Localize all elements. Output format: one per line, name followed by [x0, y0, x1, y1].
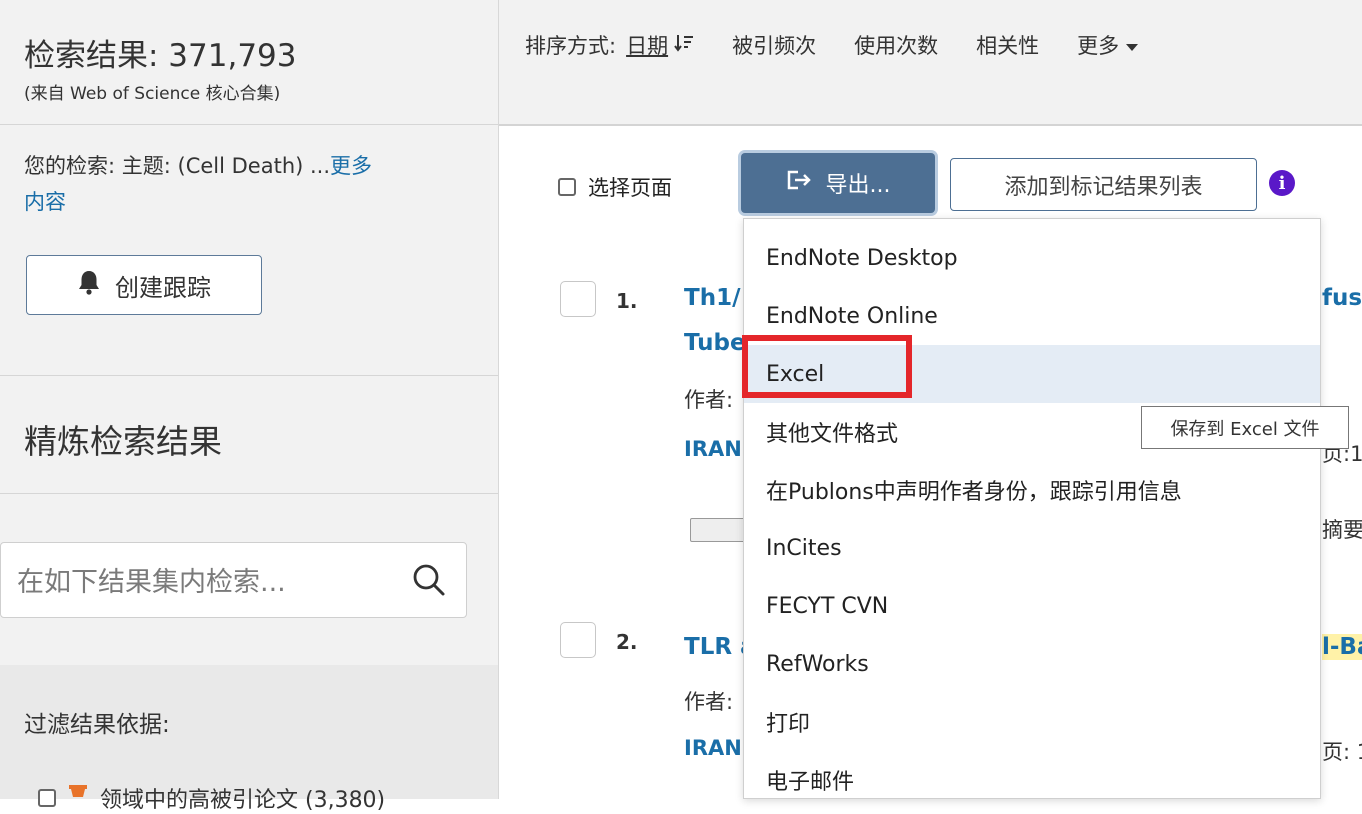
results-source: (来自 Web of Science 核心合集) [24, 84, 281, 104]
menu-item-email[interactable]: 电子邮件 [744, 751, 1320, 809]
record-title-end[interactable]: fusi [1322, 285, 1362, 311]
record-number: 1. [616, 289, 638, 313]
menu-item-publons[interactable]: 在Publons中声明作者身份，跟踪引用信息 [744, 461, 1320, 519]
excel-tooltip: 保存到 Excel 文件 [1141, 406, 1349, 449]
results-count-title: 检索结果: 371,793 [24, 38, 297, 74]
sort-option-date-label: 日期 [626, 34, 669, 58]
select-page-label: 选择页面 [588, 176, 672, 200]
record-authors: 作者: [684, 690, 734, 714]
record-authors: 作者: [684, 388, 734, 412]
select-page-control[interactable]: 选择页面 [558, 172, 672, 202]
menu-item-endnote-desktop[interactable]: EndNote Desktop [744, 229, 1320, 287]
create-alert-button[interactable]: 创建跟踪 [26, 255, 262, 315]
filter-item-label: 领域中的高被引论文 (3,380) [100, 788, 386, 813]
export-icon [786, 169, 812, 197]
record-source[interactable]: IRAN [684, 437, 742, 461]
highlight-annotation [742, 335, 912, 398]
record-pages: 页: 1 [1322, 740, 1362, 764]
info-icon[interactable]: i [1269, 170, 1295, 196]
menu-item-refworks[interactable]: RefWorks [744, 635, 1320, 693]
sort-option-relevance[interactable]: 相关性 [976, 30, 1039, 60]
record-title[interactable]: Th1/ [684, 285, 740, 311]
export-dropdown-menu: EndNote Desktop EndNote Online Excel 其他文… [743, 218, 1321, 799]
divider [0, 493, 498, 494]
caret-down-icon [1125, 33, 1139, 57]
record-number: 2. [616, 630, 638, 654]
search-within-box [0, 542, 467, 618]
menu-item-fecyt-cvn[interactable]: FECYT CVN [744, 577, 1320, 635]
select-page-checkbox[interactable] [558, 178, 576, 196]
record-title-end[interactable]: l-Ba [1322, 634, 1362, 660]
filter-checkbox[interactable] [38, 789, 56, 807]
sort-option-times-cited[interactable]: 被引频次 [732, 30, 816, 60]
bell-icon [77, 269, 101, 301]
query-more-link-cont[interactable]: 内容 [24, 186, 66, 216]
menu-item-incites[interactable]: InCites [744, 519, 1320, 577]
sort-label: 排序方式: [525, 34, 617, 58]
record-title-line2[interactable]: Tube [684, 330, 746, 356]
sort-descending-icon [674, 33, 694, 58]
create-alert-label: 创建跟踪 [115, 273, 211, 302]
filter-title: 过滤结果依据: [24, 712, 170, 738]
divider [0, 375, 498, 376]
menu-item-print[interactable]: 打印 [744, 693, 1320, 751]
search-query: 您的检索: 主题: (Cell Death) ...更多 [24, 150, 372, 180]
sort-more-label: 更多 [1077, 34, 1120, 58]
search-within-input[interactable] [15, 561, 399, 603]
sort-more-dropdown[interactable]: 更多 [1077, 30, 1139, 60]
divider [0, 124, 498, 125]
search-icon[interactable] [412, 563, 446, 601]
sort-option-usage[interactable]: 使用次数 [854, 30, 938, 60]
record-source[interactable]: IRAN [684, 736, 742, 760]
sidebar: 检索结果: 371,793 (来自 Web of Science 核心合集) 您… [0, 0, 499, 813]
sort-option-date[interactable]: 日期 [626, 30, 694, 60]
export-label: 导出... [825, 173, 891, 198]
export-button[interactable]: 导出... [741, 153, 935, 213]
add-to-marked-list-button[interactable]: 添加到标记结果列表 [950, 158, 1257, 211]
record-checkbox[interactable] [560, 281, 596, 317]
refine-results-title: 精炼检索结果 [24, 422, 222, 461]
record-checkbox[interactable] [560, 622, 596, 658]
sort-options: 排序方式: 日期 被引频次 使用次数 相关性 更多 [525, 30, 1139, 60]
sort-bar: 排序方式: 日期 被引频次 使用次数 相关性 更多 [499, 0, 1362, 126]
query-more-link[interactable]: 更多 [330, 154, 372, 178]
trophy-icon [66, 783, 90, 813]
filter-item-highly-cited[interactable]: 领域中的高被引论文 (3,380) [38, 782, 385, 814]
search-query-text: 您的检索: 主题: (Cell Death) ... [24, 154, 331, 178]
record-abstract-link[interactable]: 摘要 [1322, 514, 1362, 544]
